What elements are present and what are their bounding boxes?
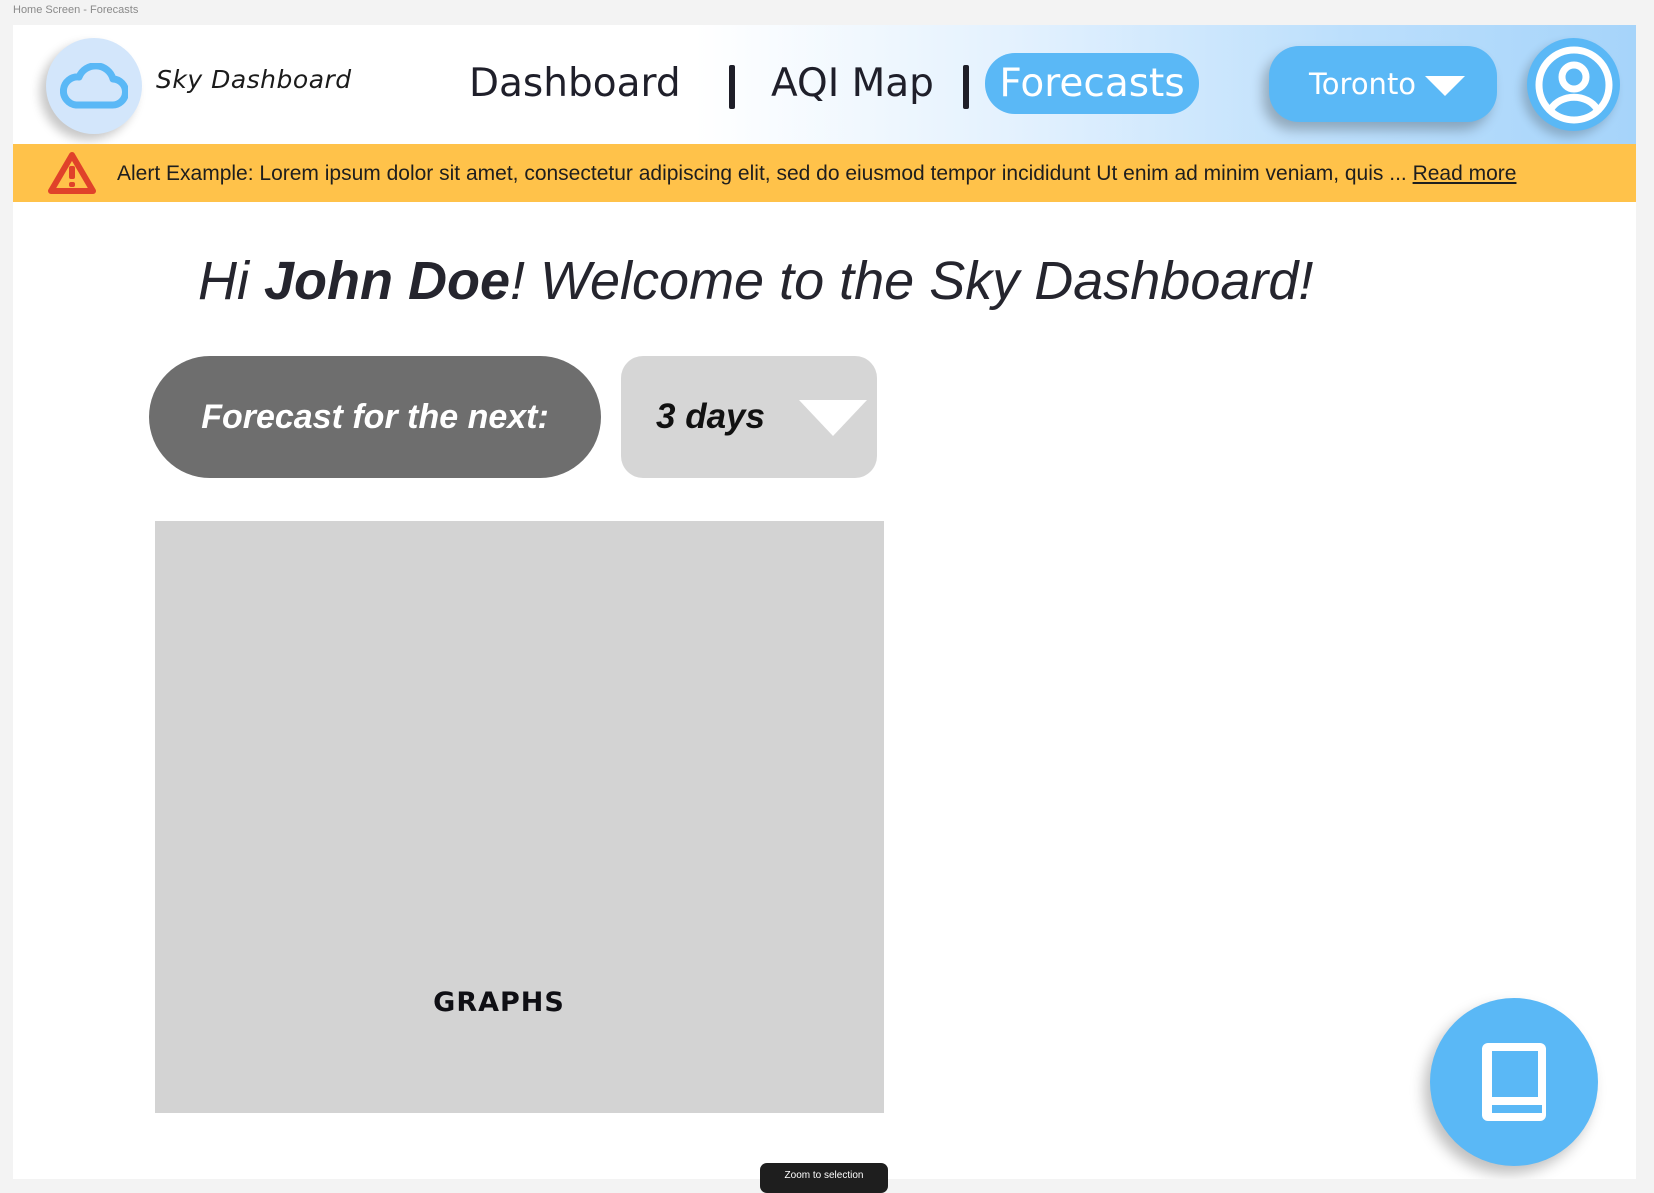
frame-label: Home Screen - Forecasts (13, 4, 139, 16)
forecast-range-label: Forecast for the next: (149, 356, 601, 478)
read-more-link[interactable]: Read more (1413, 162, 1517, 185)
greeting-prefix: Hi (198, 251, 264, 311)
graphs-label: GRAPHS (433, 987, 565, 1018)
nav-divider (963, 65, 969, 109)
nav-dashboard[interactable]: Dashboard (469, 55, 681, 113)
logo[interactable] (46, 38, 142, 134)
user-name: John Doe (264, 251, 511, 311)
city-select[interactable]: Toronto (1269, 46, 1497, 122)
book-icon (1482, 1043, 1546, 1121)
greeting-suffix: ! Welcome to the Sky Dashboard! (510, 251, 1314, 311)
nav-forecasts[interactable]: Forecasts (985, 53, 1199, 114)
app-frame: Sky Dashboard Dashboard AQI Map Forecast… (13, 25, 1636, 1179)
graphs-placeholder: GRAPHS (155, 521, 884, 1113)
alert-banner: Alert Example: Lorem ipsum dolor sit ame… (13, 144, 1636, 202)
user-profile-icon (1535, 46, 1612, 123)
warning-icon (48, 152, 96, 194)
page-title: Hi John Doe! Welcome to the Sky Dashboar… (198, 250, 1313, 312)
chevron-down-icon (799, 400, 867, 436)
city-select-value: Toronto (1309, 67, 1417, 101)
forecast-range-value: 3 days (656, 397, 765, 436)
alert-message: Alert Example: Lorem ipsum dolor sit ame… (117, 144, 1516, 202)
alert-text: Alert Example: Lorem ipsum dolor sit ame… (117, 162, 1413, 185)
guide-fab-button[interactable] (1430, 998, 1598, 1166)
forecast-range-select[interactable]: 3 days (621, 356, 877, 478)
brand-name: Sky Dashboard (156, 65, 352, 94)
chevron-down-icon (1425, 76, 1465, 96)
avatar[interactable] (1527, 38, 1620, 131)
cloud-icon (60, 63, 128, 109)
nav-divider (729, 65, 735, 109)
nav-aqi-map[interactable]: AQI Map (771, 55, 934, 113)
zoom-tooltip: Zoom to selection (760, 1163, 888, 1193)
top-navbar: Sky Dashboard Dashboard AQI Map Forecast… (13, 25, 1636, 144)
